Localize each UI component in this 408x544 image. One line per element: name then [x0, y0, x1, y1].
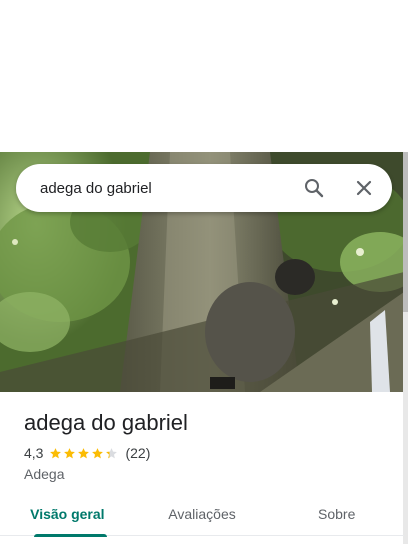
rating-value: 4,3 — [24, 445, 44, 461]
search-box[interactable] — [16, 164, 392, 212]
rating-stars — [49, 447, 119, 460]
place-category[interactable]: Adega — [24, 466, 64, 482]
place-tabs: Visão geral Avaliações Sobre — [0, 494, 404, 537]
rating-row[interactable]: 4,3 (22) — [24, 444, 150, 462]
star-icon — [78, 447, 90, 458]
star-icon — [64, 447, 76, 458]
close-icon[interactable] — [352, 176, 376, 200]
scrollbar-thumb[interactable] — [403, 152, 408, 312]
star-icon — [50, 447, 62, 458]
search-input[interactable] — [40, 164, 290, 212]
place-title: adega do gabriel — [24, 410, 188, 435]
blank-header-area — [0, 0, 408, 152]
tab-overview[interactable]: Visão geral — [0, 494, 135, 537]
scrollbar[interactable] — [403, 152, 408, 544]
star-icon — [92, 447, 104, 458]
star-icon — [106, 447, 118, 458]
tab-about[interactable]: Sobre — [269, 494, 404, 535]
tab-reviews[interactable]: Avaliações — [135, 494, 270, 535]
review-count[interactable]: (22) — [125, 445, 150, 461]
search-icon[interactable] — [302, 176, 326, 200]
